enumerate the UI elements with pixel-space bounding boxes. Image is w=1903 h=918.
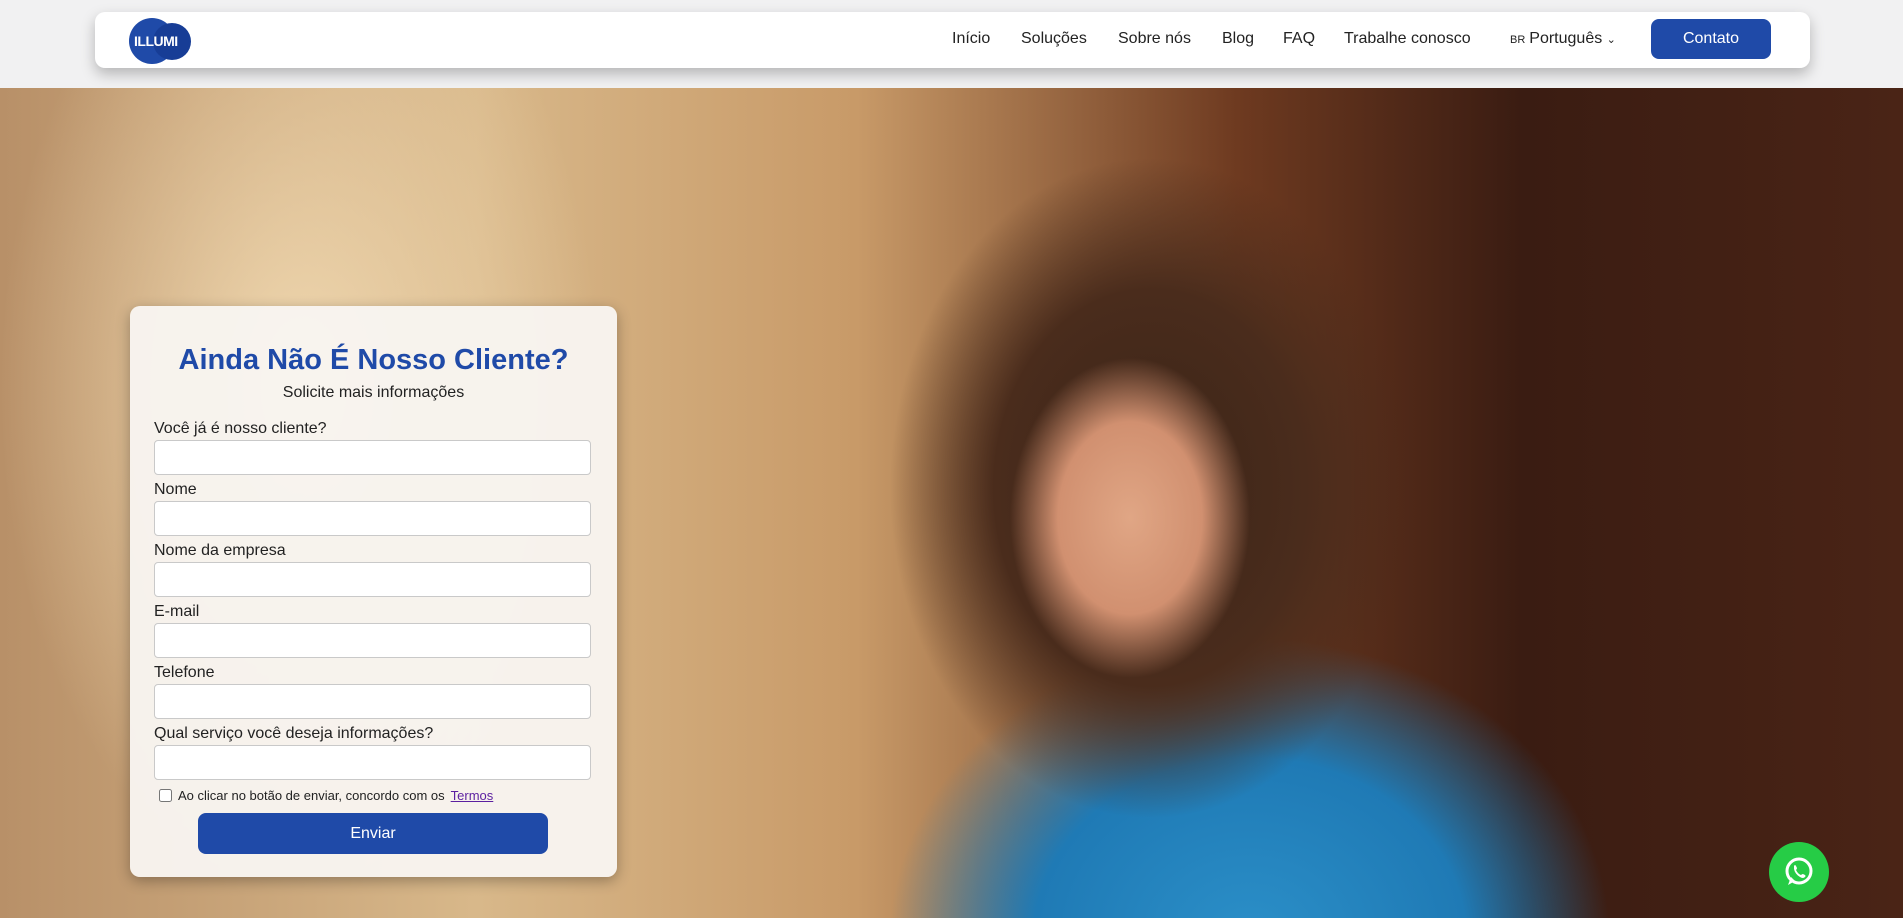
chevron-down-icon: ⌄	[1606, 34, 1616, 46]
terms-row: Ao clicar no botão de enviar, concordo c…	[159, 788, 493, 803]
terms-link[interactable]: Termos	[451, 788, 494, 803]
nav-sobre[interactable]: Sobre nós	[1118, 30, 1191, 48]
contact-button[interactable]: Contato	[1651, 19, 1771, 59]
header: ILLUMI Início Soluções Sobre nós Blog FA…	[0, 0, 1903, 88]
submit-button[interactable]: Enviar	[198, 813, 548, 854]
language-selector[interactable]: BR Português ⌄	[1510, 30, 1616, 48]
field-label: Qual serviço você deseja informações?	[154, 725, 434, 742]
field-label: Nome da empresa	[154, 542, 286, 559]
name-input[interactable]	[154, 501, 591, 536]
flag-icon: BR	[1510, 34, 1526, 46]
terms-checkbox[interactable]	[159, 789, 172, 802]
form-title: Ainda Não É Nosso Cliente?	[178, 344, 569, 376]
field-label: E-mail	[154, 603, 200, 620]
logo-text: ILLUMI	[134, 33, 178, 49]
company-input[interactable]	[154, 562, 591, 597]
phone-input[interactable]	[154, 684, 591, 719]
navbar: ILLUMI Início Soluções Sobre nós Blog FA…	[95, 12, 1810, 68]
nav-solucoes[interactable]: Soluções	[1021, 30, 1087, 48]
language-label: Português	[1529, 30, 1603, 47]
form-subtitle: Solicite mais informações	[282, 384, 465, 401]
terms-text: Ao clicar no botão de enviar, concordo c…	[178, 788, 445, 803]
nav-faq[interactable]: FAQ	[1283, 30, 1315, 48]
field-label: Você já é nosso cliente?	[154, 420, 327, 437]
hero-photo: Ainda Não É Nosso Cliente? Solicite mais…	[0, 88, 1903, 918]
field-label: Nome	[154, 481, 197, 498]
nav-inicio[interactable]: Início	[952, 30, 990, 48]
service-input[interactable]	[154, 745, 591, 780]
logo[interactable]: ILLUMI	[129, 18, 195, 64]
field-label: Telefone	[154, 664, 215, 681]
whatsapp-button[interactable]	[1769, 842, 1829, 902]
whatsapp-icon	[1785, 857, 1813, 885]
nav-blog[interactable]: Blog	[1222, 30, 1254, 48]
client-input[interactable]	[154, 440, 591, 475]
nav-trabalhe[interactable]: Trabalhe conosco	[1344, 30, 1471, 48]
email-input[interactable]	[154, 623, 591, 658]
lead-form: Ainda Não É Nosso Cliente? Solicite mais…	[130, 306, 617, 877]
